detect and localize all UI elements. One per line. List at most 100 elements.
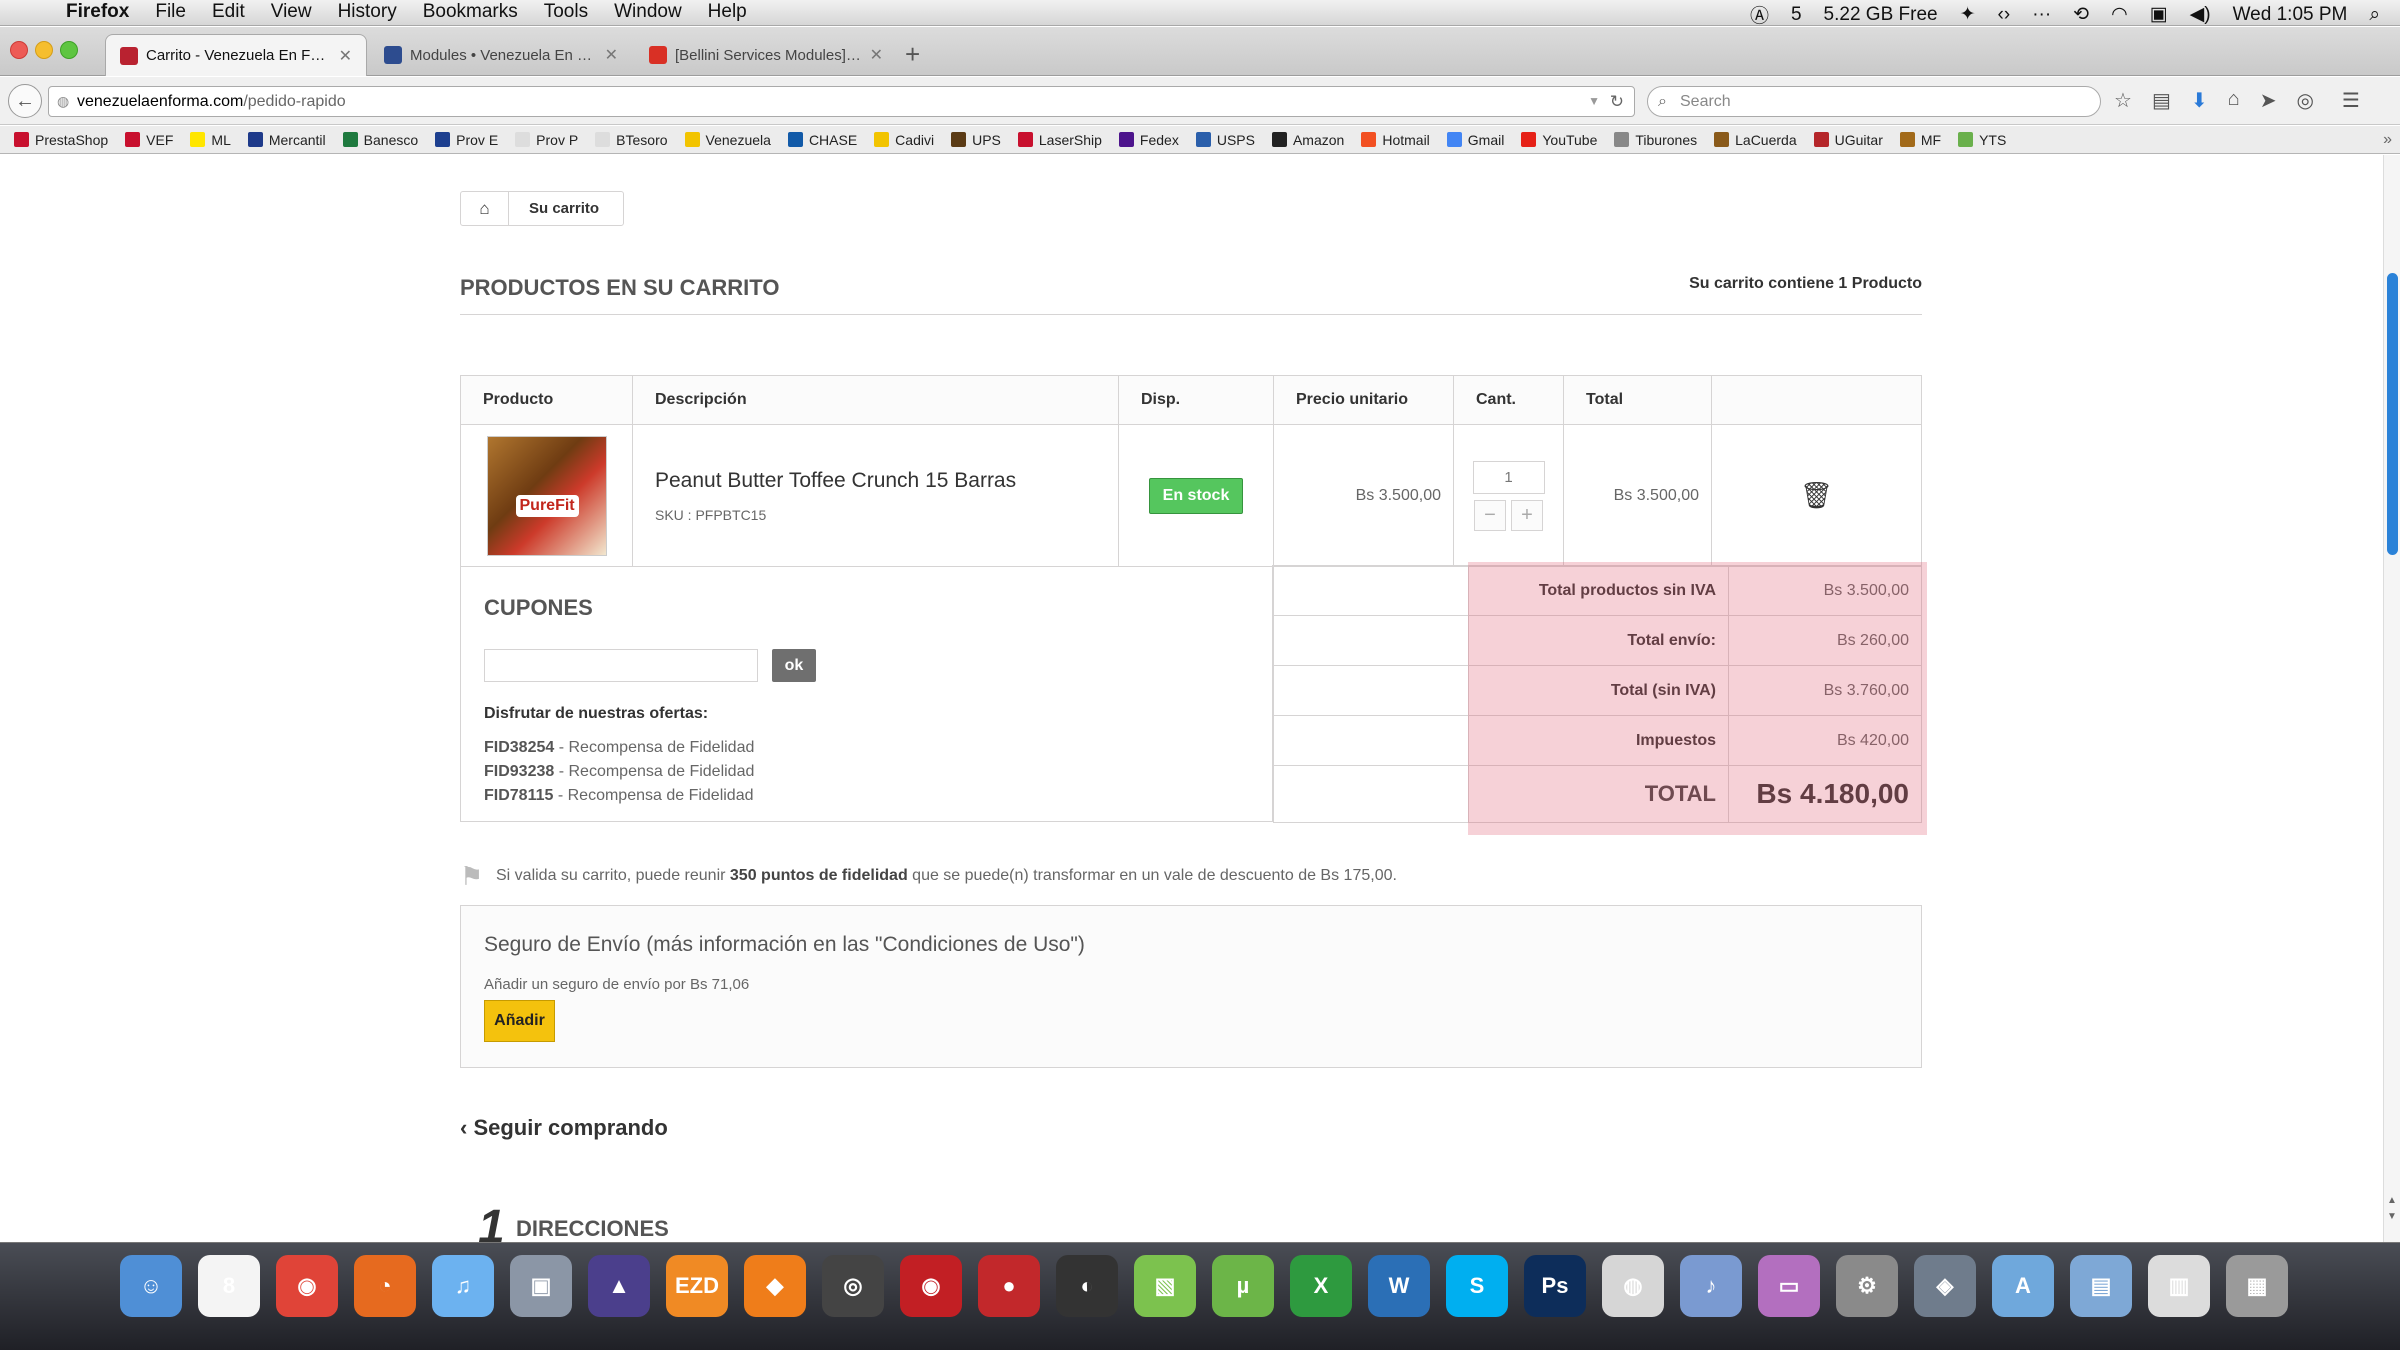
bookmark-item[interactable]: Mercantil: [247, 132, 326, 148]
menu-help[interactable]: Help: [708, 1, 747, 23]
close-window-icon[interactable]: [10, 41, 28, 59]
insurance-title[interactable]: Seguro de Envío (más información en las …: [484, 933, 1085, 957]
menu-app-name[interactable]: Firefox: [66, 1, 129, 23]
trash-icon[interactable]: 🗑: [1800, 480, 1833, 510]
url-bar[interactable]: ◍ venezuelaenforma.com/pedido-rapido ▼ ↻: [48, 86, 1635, 117]
excel-icon[interactable]: X: [1290, 1255, 1352, 1317]
itunes-icon[interactable]: ♫: [432, 1255, 494, 1317]
bookmarks-overflow-icon[interactable]: »: [2383, 126, 2392, 154]
reason-icon[interactable]: ◆: [744, 1255, 806, 1317]
ezd-icon[interactable]: EZD: [666, 1255, 728, 1317]
preview-icon[interactable]: ▣: [510, 1255, 572, 1317]
tab-modules[interactable]: Modules • Venezuela En F... ✕: [370, 34, 632, 76]
bookmark-item[interactable]: Venezuela: [684, 132, 771, 148]
app-store-icon[interactable]: A: [1992, 1255, 2054, 1317]
app-20-icon[interactable]: ◍: [1602, 1255, 1664, 1317]
dots-icon[interactable]: ···: [2032, 4, 2051, 26]
scroll-up-icon[interactable]: ▲: [2387, 1195, 2397, 1206]
bookmark-item[interactable]: UGuitar: [1813, 132, 1883, 148]
clock[interactable]: Wed 1:05 PM: [2233, 4, 2348, 26]
firefox-icon[interactable]: ◔: [354, 1255, 416, 1317]
tab-cart[interactable]: Carrito - Venezuela En Fo... ✕: [105, 34, 367, 76]
tab-gmail[interactable]: [Bellini Services Modules] ... ✕: [635, 34, 897, 76]
time-machine-icon[interactable]: ⟲: [2073, 3, 2089, 26]
menu-bookmarks[interactable]: Bookmarks: [423, 1, 518, 23]
volume-icon[interactable]: ◀): [2190, 3, 2211, 26]
home-icon[interactable]: ⌂: [2228, 88, 2240, 113]
page-scrollbar[interactable]: ▲ ▼: [2383, 155, 2400, 1242]
coupon-input[interactable]: [484, 649, 758, 682]
back-button[interactable]: ←: [8, 84, 42, 118]
new-tab-button[interactable]: +: [905, 39, 920, 70]
close-tab-icon[interactable]: ✕: [339, 46, 352, 66]
menu-history[interactable]: History: [338, 1, 397, 23]
scrollbar-thumb[interactable]: [2387, 273, 2398, 555]
bookmark-item[interactable]: Gmail: [1446, 132, 1504, 148]
zoom-window-icon[interactable]: [60, 41, 78, 59]
bookmark-item[interactable]: LaCuerda: [1714, 132, 1797, 148]
app-24-icon[interactable]: ◈: [1914, 1255, 1976, 1317]
reading-list-icon[interactable]: ▤: [2152, 88, 2171, 113]
coupon-ok-button[interactable]: ok: [772, 649, 816, 682]
app-27-icon[interactable]: ▥: [2148, 1255, 2210, 1317]
product-name[interactable]: Peanut Butter Toffee Crunch 15 Barras: [633, 469, 1118, 493]
decrease-quantity-button[interactable]: −: [1474, 499, 1506, 531]
increase-quantity-button[interactable]: +: [1511, 499, 1543, 531]
bookmark-star-icon[interactable]: ☆: [2114, 88, 2132, 113]
app-22-icon[interactable]: ▭: [1758, 1255, 1820, 1317]
menu-window[interactable]: Window: [614, 1, 682, 23]
voucher-item[interactable]: FID93238 - Recompensa de Fidelidad: [484, 760, 754, 784]
bookmark-item[interactable]: USPS: [1195, 132, 1255, 148]
adobe-icon[interactable]: Ⓐ: [1750, 1, 1769, 28]
bookmark-item[interactable]: Prov E: [435, 132, 498, 148]
bookmark-item[interactable]: Hotmail: [1361, 132, 1430, 148]
close-tab-icon[interactable]: ✕: [870, 45, 883, 65]
bookmark-item[interactable]: YouTube: [1521, 132, 1597, 148]
dropbox-icon[interactable]: ✦: [1960, 3, 1976, 26]
app-12-icon[interactable]: ◐: [1056, 1255, 1118, 1317]
bookmark-item[interactable]: Cadivi: [874, 132, 934, 148]
bookmark-item[interactable]: VEF: [125, 132, 173, 148]
code-icon[interactable]: ‹›: [1998, 4, 2011, 26]
close-tab-icon[interactable]: ✕: [605, 45, 618, 65]
bookmark-item[interactable]: UPS: [951, 132, 1001, 148]
menu-icon[interactable]: ☰: [2342, 88, 2360, 113]
bookmark-item[interactable]: MF: [1899, 132, 1941, 148]
home-icon[interactable]: ⌂: [461, 192, 509, 225]
app-9-icon[interactable]: ◎: [822, 1255, 884, 1317]
spotlight-icon[interactable]: ⌕: [2369, 4, 2380, 26]
finder-icon[interactable]: ☺: [120, 1255, 182, 1317]
bookmark-item[interactable]: PrestaShop: [14, 132, 108, 148]
skype-icon[interactable]: S: [1446, 1255, 1508, 1317]
bookmark-item[interactable]: LaserShip: [1017, 132, 1102, 148]
app-11-icon[interactable]: ●: [978, 1255, 1040, 1317]
menu-edit[interactable]: Edit: [212, 1, 245, 23]
app-10-icon[interactable]: ◉: [900, 1255, 962, 1317]
site-identity-icon[interactable]: ◍: [57, 87, 69, 116]
display-icon[interactable]: ▣: [2150, 3, 2168, 26]
trash-icon[interactable]: ▦: [2226, 1255, 2288, 1317]
voucher-item[interactable]: FID38254 - Recompensa de Fidelidad: [484, 736, 754, 760]
calendar-icon[interactable]: 8: [198, 1255, 260, 1317]
continue-shopping-link[interactable]: ‹ Seguir comprando: [460, 1115, 668, 1141]
scroll-down-icon[interactable]: ▼: [2387, 1211, 2397, 1222]
bookmark-item[interactable]: Prov P: [515, 132, 578, 148]
logic-icon[interactable]: ▲: [588, 1255, 650, 1317]
bookmark-item[interactable]: CHASE: [787, 132, 857, 148]
bookmark-item[interactable]: BTesoro: [595, 132, 668, 148]
bookmark-item[interactable]: Banesco: [342, 132, 418, 148]
utorrent-icon[interactable]: µ: [1212, 1255, 1274, 1317]
bookmark-item[interactable]: YTS: [1958, 132, 2006, 148]
menu-view[interactable]: View: [271, 1, 312, 23]
quantity-input[interactable]: 1: [1472, 460, 1545, 494]
reload-icon[interactable]: ↻: [1610, 87, 1624, 116]
word-icon[interactable]: W: [1368, 1255, 1430, 1317]
voucher-item[interactable]: FID78115 - Recompensa de Fidelidad: [484, 784, 754, 808]
history-dropdown-icon[interactable]: ▼: [1588, 87, 1600, 116]
folder-icon[interactable]: ▤: [2070, 1255, 2132, 1317]
bookmark-item[interactable]: Tiburones: [1614, 132, 1697, 148]
app-21-icon[interactable]: ♪: [1680, 1255, 1742, 1317]
minimize-window-icon[interactable]: [35, 41, 53, 59]
system-prefs-icon[interactable]: ⚙: [1836, 1255, 1898, 1317]
app-13-icon[interactable]: ▧: [1134, 1255, 1196, 1317]
